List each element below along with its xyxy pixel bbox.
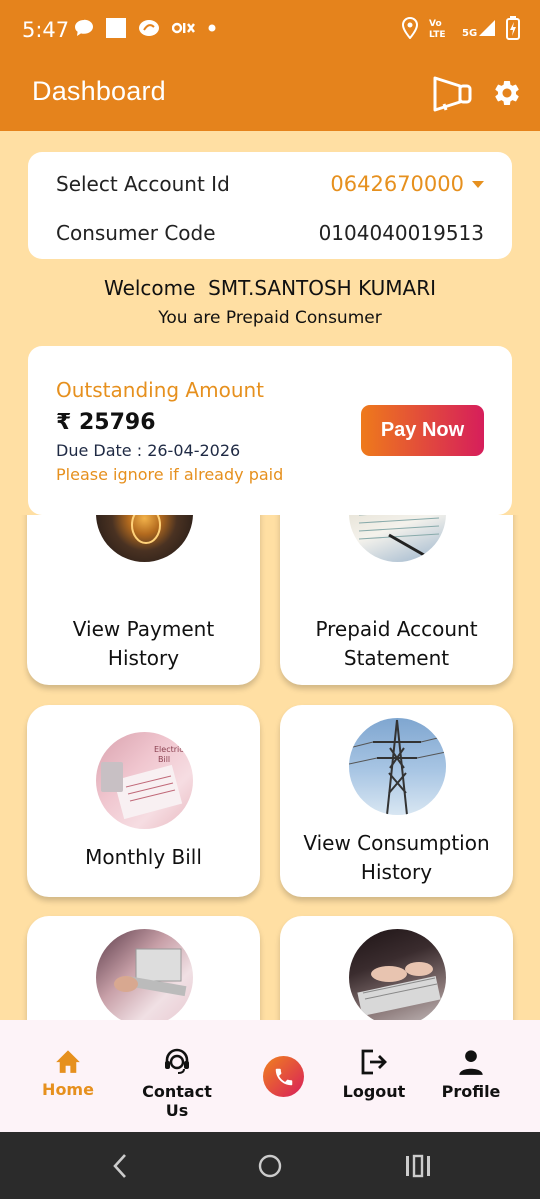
volte-icon: VoLTE [429, 19, 446, 40]
svg-text:Bill: Bill [158, 755, 170, 764]
status-time: 5:47 [22, 18, 70, 42]
light-bulb-photo [95, 515, 193, 562]
welcome-text: Welcome SMT.SANTOSH KUMARI [103, 276, 437, 300]
square-icon [106, 18, 126, 38]
tile-prepaid-account-statement[interactable]: Prepaid Account Statement [280, 515, 513, 685]
announcement-icon[interactable] [432, 74, 474, 112]
call-button[interactable] [263, 1056, 304, 1097]
svg-text:LTE: LTE [429, 30, 446, 40]
nav-home[interactable]: Home [38, 1048, 98, 1099]
consumer-type-text: You are Prepaid Consumer [158, 308, 382, 328]
recents-icon[interactable] [405, 1154, 431, 1178]
nav-profile[interactable]: Profile [440, 1048, 502, 1101]
nav-home-label: Home [42, 1080, 94, 1099]
chevron-down-icon [472, 180, 484, 188]
location-icon [402, 17, 418, 39]
account-card: Select Account Id 0642670000 Consumer Co… [28, 152, 512, 259]
statement-photo [348, 515, 446, 562]
outstanding-card: Outstanding Amount ₹ 25796 Due Date : 26… [28, 346, 512, 515]
support-agent-icon [165, 1048, 189, 1074]
nav-logout-label: Logout [342, 1082, 406, 1101]
battery-charging-icon [506, 16, 520, 40]
due-date: Due Date : 26-04-2026 [56, 441, 241, 460]
person-icon [459, 1050, 483, 1075]
app-bar: Dashboard [0, 60, 540, 131]
notification-icons [74, 18, 216, 38]
dot-icon [208, 24, 216, 32]
svg-text:5G: 5G [462, 28, 477, 39]
consumer-code-label: Consumer Code [56, 221, 216, 245]
laptop-photo [95, 929, 193, 1020]
svg-text:Electric: Electric [154, 745, 184, 754]
svg-text:Vo: Vo [429, 19, 442, 29]
ignore-note: Please ignore if already paid [56, 465, 284, 484]
nav-profile-label: Profile [441, 1082, 501, 1101]
signal-5g-icon: 5G [462, 20, 495, 39]
tile-typing[interactable] [280, 916, 513, 1020]
typing-photo [348, 929, 446, 1020]
app-icon [139, 20, 159, 36]
home-circle-icon[interactable] [257, 1153, 283, 1179]
tile-label: Monthly Bill [85, 845, 202, 869]
page-title: Dashboard [32, 76, 166, 106]
tile-label: Prepaid Account Statement [315, 617, 478, 670]
nav-contact-label: Contact Us [142, 1082, 212, 1120]
consumer-code-row: Consumer Code 0104040019513 [56, 221, 484, 245]
tile-monthly-bill[interactable]: Electric Bill Monthly Bill [27, 705, 260, 897]
pay-now-button[interactable]: Pay Now [361, 405, 484, 456]
back-icon[interactable] [110, 1152, 130, 1180]
system-navigation-bar [0, 1132, 540, 1199]
tile-label: View Payment History [72, 617, 215, 670]
outstanding-amount: ₹ 25796 [56, 410, 156, 435]
select-account-label: Select Account Id [56, 172, 230, 196]
tile-label: View Consumption History [303, 831, 490, 884]
phone-icon [275, 1068, 292, 1085]
electric-bill-photo: Electric Bill [95, 732, 193, 829]
chat-icon [75, 19, 93, 36]
tile-view-consumption-history[interactable]: View Consumption History [280, 705, 513, 897]
dashboard-grid[interactable]: View Payment History Prepaid Account Sta… [0, 515, 540, 1020]
logout-icon [361, 1049, 387, 1075]
account-id-value: 0642670000 [330, 172, 464, 196]
tile-view-payment-history[interactable]: View Payment History [27, 515, 260, 685]
nav-contact-us[interactable]: Contact Us [130, 1048, 224, 1120]
status-bar: 5:47 Vo LTE 5G [0, 0, 540, 60]
power-tower-photo [348, 718, 446, 815]
home-icon [56, 1050, 80, 1073]
tile-laptop[interactable] [27, 916, 260, 1020]
account-id-dropdown[interactable]: 0642670000 [330, 172, 484, 196]
outstanding-title: Outstanding Amount [56, 378, 265, 402]
bottom-navigation: Home Contact Us Logout Profile [0, 1020, 540, 1132]
gear-icon[interactable] [492, 78, 522, 108]
account-select-row: Select Account Id 0642670000 [56, 172, 484, 196]
consumer-code-value: 0104040019513 [318, 221, 484, 245]
olx-icon [172, 22, 195, 34]
nav-logout[interactable]: Logout [342, 1048, 406, 1101]
